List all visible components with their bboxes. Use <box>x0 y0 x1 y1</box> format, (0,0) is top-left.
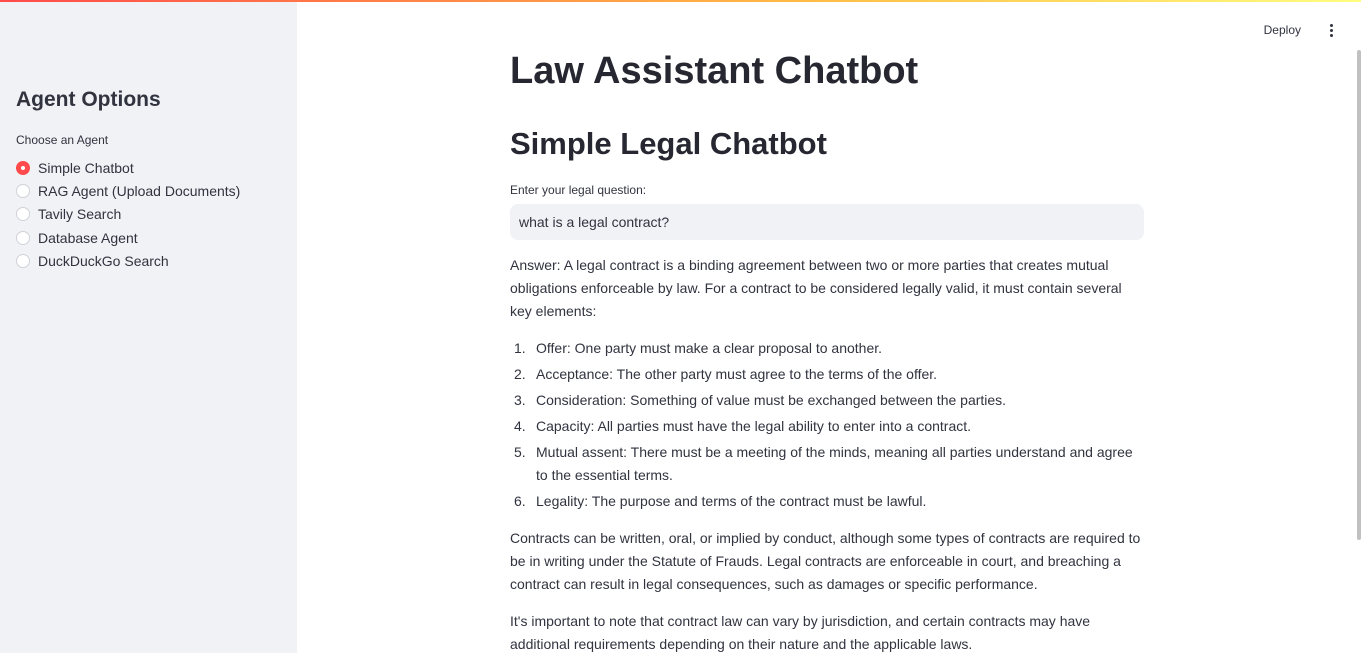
radio-unselected-icon[interactable] <box>16 253 30 268</box>
radio-option-duckduckgo-search[interactable]: DuckDuckGo Search <box>16 249 240 272</box>
menu-dot <box>1329 28 1333 32</box>
list-item: 6. Legality: The purpose and terms of the… <box>510 490 1144 513</box>
kebab-menu-icon[interactable] <box>1323 20 1339 40</box>
radio-unselected-icon[interactable] <box>16 207 30 222</box>
answer-intro: Answer: A legal contract is a binding ag… <box>510 257 1122 319</box>
menu-dot <box>1329 23 1333 27</box>
list-text: Capacity: All parties must have the lega… <box>536 418 972 434</box>
sidebar-title: Agent Options <box>16 88 161 111</box>
list-number: 3. <box>514 392 526 408</box>
list-text: Offer: One party must make a clear propo… <box>536 340 883 356</box>
radio-option-label[interactable]: Simple Chatbot <box>38 160 134 176</box>
list-text: Consideration: Something of value must b… <box>536 392 1007 408</box>
list-number: 1. <box>514 340 526 356</box>
agent-radio-label: Choose an Agent <box>16 133 109 147</box>
question-input[interactable] <box>510 204 1144 240</box>
section-subtitle: Simple Legal Chatbot <box>510 126 827 161</box>
list-item: 2. Acceptance: The other party must agree… <box>510 363 1144 386</box>
list-text: Legality: The purpose and terms of the c… <box>536 493 927 509</box>
top-decoration-bar <box>0 0 1361 2</box>
menu-dot <box>1329 33 1333 37</box>
answer-block: Answer: A legal contract is a binding ag… <box>510 254 1144 670</box>
list-text: Acceptance: The other party must agree t… <box>536 366 938 382</box>
list-item: 1. Offer: One party must make a clear pro… <box>510 337 1144 360</box>
deploy-button[interactable]: Deploy <box>1264 23 1301 37</box>
radio-unselected-icon[interactable] <box>16 183 30 198</box>
answer-paragraph-3: It's important to note that contract law… <box>510 613 1091 652</box>
radio-option-label[interactable]: DuckDuckGo Search <box>38 253 169 269</box>
radio-option-label[interactable]: Database Agent <box>38 230 138 246</box>
radio-selected-icon[interactable] <box>16 160 30 175</box>
question-input-label: Enter your legal question: <box>510 183 647 197</box>
page-scrollbar[interactable] <box>1357 50 1361 540</box>
page-title: Law Assistant Chatbot <box>510 50 919 92</box>
list-item: 5. Mutual assent: There must be a meeting… <box>510 441 1144 487</box>
list-number: 6. <box>514 493 526 509</box>
radio-option-database-agent[interactable]: Database Agent <box>16 226 240 249</box>
radio-unselected-icon[interactable] <box>16 230 30 245</box>
answer-paragraph-2: Contracts can be written, oral, or impli… <box>510 530 1141 592</box>
radio-option-rag-agent[interactable]: RAG Agent (Upload Documents) <box>16 179 240 202</box>
agent-radio-group: Simple Chatbot RAG Agent (Upload Documen… <box>16 156 240 272</box>
radio-option-tavily-search[interactable]: Tavily Search <box>16 203 240 226</box>
radio-option-label[interactable]: RAG Agent (Upload Documents) <box>38 183 240 199</box>
radio-option-simple-chatbot[interactable]: Simple Chatbot <box>16 156 240 179</box>
answer-list: 1. Offer: One party must make a clear pro… <box>510 337 1144 513</box>
list-number: 4. <box>514 418 526 434</box>
list-text: Mutual assent: There must be a meeting o… <box>536 444 1133 483</box>
sidebar: Agent Options Choose an Agent Simple Cha… <box>0 0 297 653</box>
list-number: 2. <box>514 366 526 382</box>
list-item: 3. Consideration: Something of value must… <box>510 389 1144 412</box>
list-item: 4. Capacity: All parties must have the le… <box>510 415 1144 438</box>
radio-option-label[interactable]: Tavily Search <box>38 206 121 222</box>
header-actions: Deploy <box>1264 20 1339 40</box>
list-number: 5. <box>514 444 526 460</box>
